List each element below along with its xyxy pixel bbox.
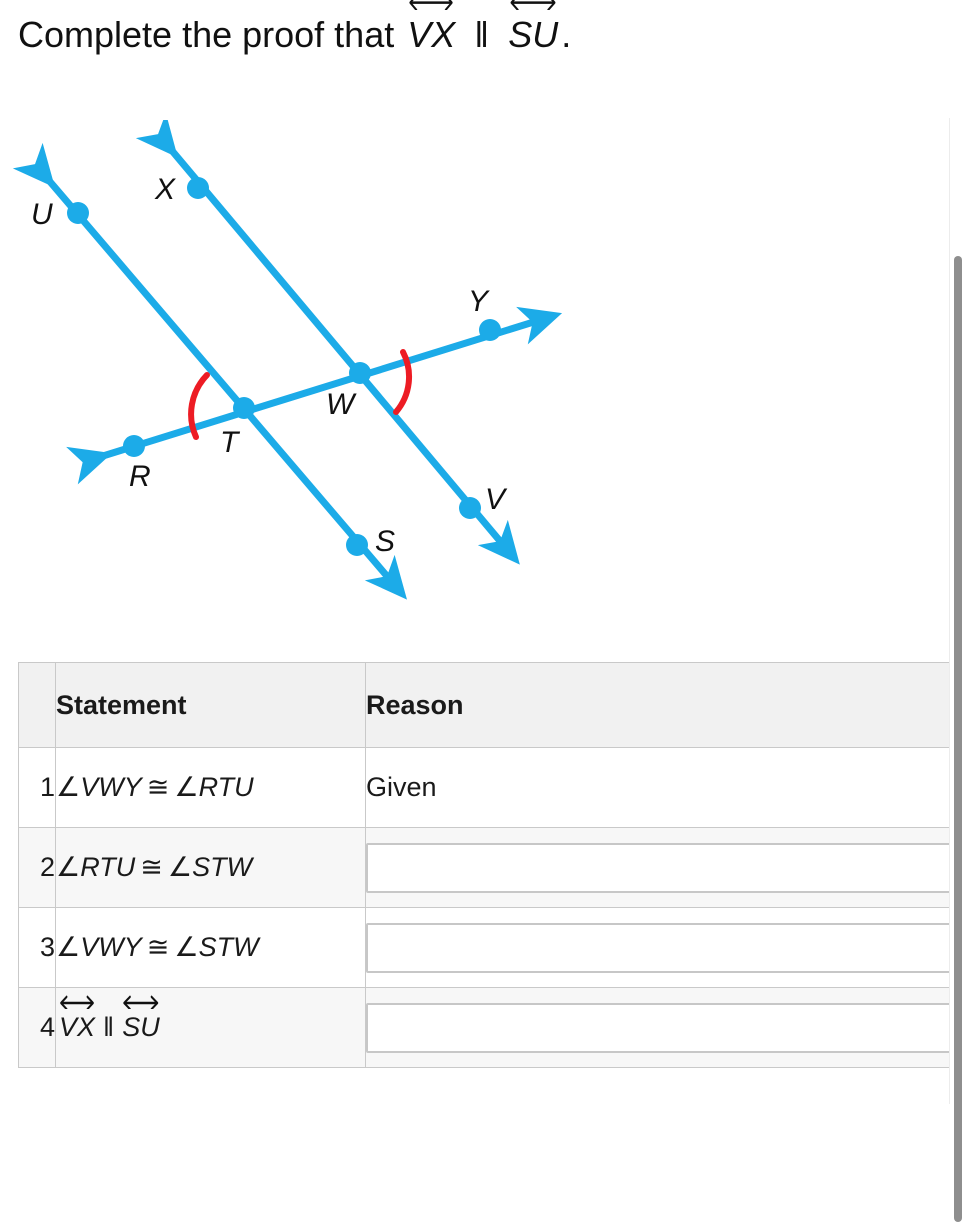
row-number: 3 (19, 908, 56, 988)
reason-cell (366, 988, 966, 1068)
angle-symbol: ∠ (174, 932, 198, 962)
angle-symbol: ∠ (56, 932, 80, 962)
statement-left-term: VX (59, 1012, 95, 1043)
proof-table-header: Statement Reason (19, 663, 966, 748)
double-arrow-icon (405, 0, 457, 10)
reason-cell (366, 908, 966, 988)
vertical-scrollbar-track[interactable] (949, 118, 966, 1104)
line-notation-su-label: SU (508, 14, 558, 56)
statement-cell: ∠RTU≅∠STW (56, 828, 366, 908)
header-row-number (19, 663, 56, 748)
parallel-symbol: ‖ (468, 14, 495, 56)
reason-input[interactable] (366, 1003, 966, 1053)
double-arrow-icon (120, 995, 162, 1009)
double-arrow-icon (57, 995, 97, 1009)
statement-left-term: VWY (80, 932, 142, 962)
page-title: Complete the proof that VX ‖ SU . (18, 14, 571, 56)
line-notation-vx: VX (57, 1012, 97, 1043)
line-notation-su: SU (506, 14, 560, 56)
angle-symbol: ∠ (56, 772, 80, 802)
double-arrow-icon (506, 0, 560, 10)
point-label-w: W (326, 388, 354, 422)
statement-right-term: STW (192, 852, 252, 882)
point-label-r: R (129, 460, 151, 494)
point-label-v: V (485, 483, 505, 517)
point-label-s: S (375, 525, 395, 559)
statement-right-term: RTU (199, 772, 254, 802)
header-reason: Reason (366, 663, 966, 748)
angle-symbol: ∠ (168, 852, 192, 882)
prompt-lead-text: Complete the proof that (18, 14, 394, 55)
proof-table-container: Statement Reason 1 ∠VWY≅∠RTU Given 2 ∠RT… (18, 662, 966, 1068)
relation-symbol: ≅ (142, 932, 175, 962)
table-row: 3 ∠VWY≅∠STW (19, 908, 966, 988)
header-statement: Statement (56, 663, 366, 748)
relation-symbol: ≅ (135, 852, 168, 882)
line-notation-vx: VX (405, 14, 457, 56)
statement-right-term: STW (199, 932, 259, 962)
angle-symbol: ∠ (174, 772, 198, 802)
table-row: 1 ∠VWY≅∠RTU Given (19, 748, 966, 828)
reason-cell (366, 828, 966, 908)
geometry-diagram: U X Y W T R S V (0, 120, 600, 620)
row-number: 2 (19, 828, 56, 908)
angle-symbol: ∠ (56, 852, 80, 882)
point-label-x: X (155, 173, 175, 207)
row-number: 4 (19, 988, 56, 1068)
statement-left-term: VWY (80, 772, 142, 802)
prompt-period: . (561, 14, 571, 55)
reason-input[interactable] (366, 923, 966, 973)
statement-cell: ∠VWY≅∠RTU (56, 748, 366, 828)
table-row: 4 VX ‖ (19, 988, 966, 1068)
row-number: 1 (19, 748, 56, 828)
table-row: 2 ∠RTU≅∠STW (19, 828, 966, 908)
statement-cell: VX ‖ SU (56, 988, 366, 1068)
statement-cell: ∠VWY≅∠STW (56, 908, 366, 988)
proof-table-body: 1 ∠VWY≅∠RTU Given 2 ∠RTU≅∠STW 3 ∠VWY≅∠ST… (19, 748, 966, 1068)
reason-input[interactable] (366, 843, 966, 893)
line-notation-vx-label: VX (407, 14, 455, 56)
reason-text: Given (366, 772, 966, 803)
point-label-t: T (220, 426, 238, 460)
line-notation-su: SU (120, 1012, 162, 1043)
header-row: Statement Reason (19, 663, 966, 748)
vertical-scrollbar-thumb[interactable] (954, 256, 962, 1222)
relation-symbol: ≅ (142, 772, 175, 802)
relation-symbol: ‖ (98, 1012, 119, 1042)
statement-right-term: SU (122, 1012, 160, 1043)
point-label-y: Y (468, 285, 488, 319)
proof-table: Statement Reason 1 ∠VWY≅∠RTU Given 2 ∠RT… (18, 662, 966, 1068)
statement-left-term: RTU (80, 852, 135, 882)
point-label-u: U (31, 198, 53, 232)
reason-cell: Given (366, 748, 966, 828)
